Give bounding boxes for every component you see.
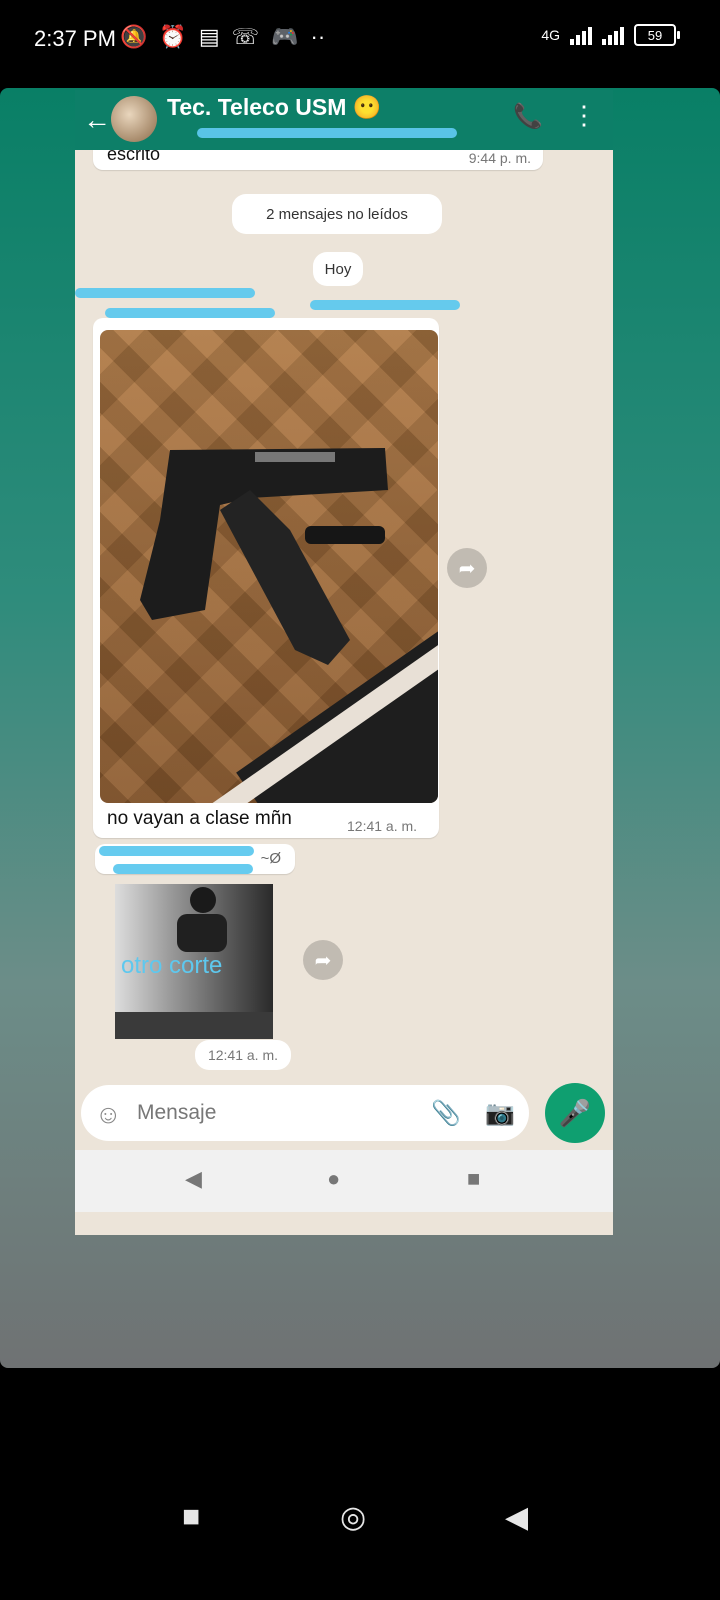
group-avatar[interactable] — [111, 96, 157, 142]
forward-icon[interactable]: ➦ — [303, 940, 343, 980]
signal-2-icon — [602, 25, 624, 45]
sender-suffix: ~Ø — [260, 850, 281, 867]
battery-level: 59 — [647, 27, 663, 43]
unread-banner: 2 mensajes no leídos — [232, 194, 442, 234]
system-nav-bar: ■ ◎ ◀ — [0, 1480, 720, 1560]
redaction-scribble — [99, 846, 254, 856]
phone-plus-icon[interactable]: 📞 — [513, 102, 543, 131]
image-attachment[interactable] — [100, 330, 438, 803]
status-right: 4G 59 — [541, 24, 680, 46]
back-nav-icon: ◀ — [185, 1166, 202, 1191]
photo-handgun — [140, 448, 388, 665]
forward-icon[interactable]: ➦ — [447, 548, 487, 588]
redaction-scribble — [197, 128, 457, 138]
notification-icon: ▤ — [198, 24, 220, 49]
redaction-scribble — [105, 308, 275, 318]
home-nav-icon: ● — [327, 1166, 341, 1191]
game-icon: 🎮 — [271, 24, 299, 49]
message-text: escrito — [107, 150, 161, 164]
signal-1-icon — [570, 25, 592, 45]
recents-button[interactable]: ■ — [182, 1500, 200, 1534]
redaction-scribble — [113, 864, 253, 874]
redaction-scribble — [310, 300, 460, 310]
photo-time: 12:41 a. m. — [195, 1040, 291, 1070]
battery-icon: 59 — [634, 24, 680, 46]
chat-area: escrito 9:44 p. m. 2 mensajes no leídos … — [75, 150, 613, 1235]
mic-icon[interactable]: 🎤 — [545, 1083, 605, 1143]
arrow-left-icon[interactable]: ← — [83, 104, 111, 136]
network-type: 4G — [541, 27, 560, 43]
camera-icon[interactable]: 📷 — [485, 1099, 515, 1128]
home-button[interactable]: ◎ — [340, 1500, 366, 1535]
status-bar: 2:37 PM 🔕 ⏰ ▤ ☏ 🎮 ·· 4G 59 — [0, 0, 720, 84]
date-label: Hoy — [313, 252, 363, 286]
message-bubble-previous[interactable]: escrito 9:44 p. m. — [93, 150, 543, 170]
paperclip-icon[interactable]: 📎 — [431, 1099, 461, 1128]
status-icons: 🔕 ⏰ ▤ ☏ 🎮 ·· — [120, 24, 325, 50]
image-time: 12:41 a. m. — [347, 818, 418, 834]
photo-attachment[interactable]: otro corte — [115, 884, 273, 1039]
more-vert-icon[interactable]: ⋮ — [571, 100, 597, 131]
chat-header: ← Tec. Teleco USM 😶 📞 ⋮ — [75, 90, 613, 154]
recents-nav-icon: ■ — [467, 1166, 481, 1191]
message-input[interactable]: Mensaje — [137, 1101, 216, 1125]
inner-nav-bar: ◀ ● ■ — [75, 1150, 613, 1212]
photo-caption: otro corte — [121, 952, 223, 979]
group-title[interactable]: Tec. Teleco USM 😶 — [167, 94, 381, 121]
more-notifications: ·· — [310, 24, 326, 49]
message-time: 9:44 p. m. — [468, 150, 531, 166]
call-icon: ☏ — [231, 24, 260, 49]
status-time: 2:37 PM — [34, 26, 116, 51]
redaction-scribble — [75, 288, 255, 298]
group-subtitle-redacted — [167, 128, 467, 142]
message-composer[interactable]: ☺ Mensaje 📎 📷 — [81, 1085, 529, 1141]
emoji-icon[interactable]: ☺ — [95, 1099, 122, 1130]
alarm-icon: ⏰ — [159, 24, 187, 49]
back-button[interactable]: ◀ — [505, 1500, 528, 1535]
mute-icon: 🔕 — [120, 24, 148, 49]
image-caption: no vayan a clase mñn — [107, 808, 292, 829]
